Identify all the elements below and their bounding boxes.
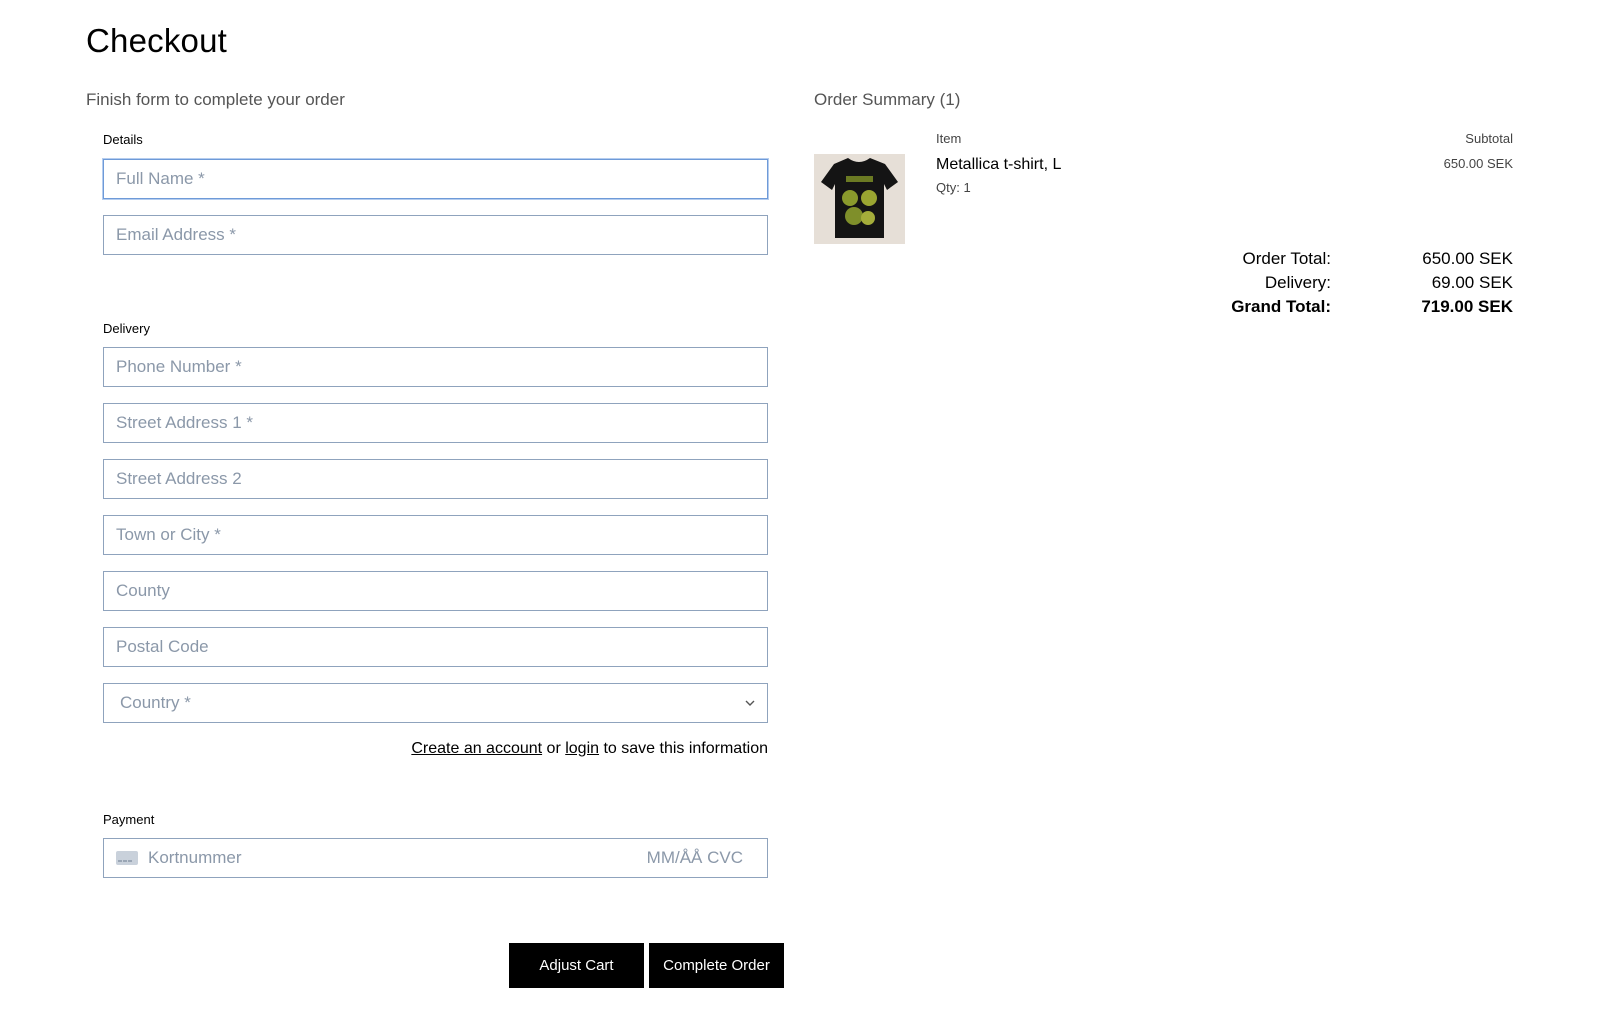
full-name-input[interactable] [103,159,768,199]
page-title: Checkout [86,22,228,59]
adjust-cart-button[interactable]: Adjust Cart [509,943,644,988]
postal-code-input[interactable] [103,627,768,667]
chevron-down-icon [745,700,755,706]
order-total-value: 650.00 SEK [1422,249,1513,268]
phone-input[interactable] [103,347,768,387]
country-select-box[interactable]: Country * [103,683,768,723]
subtotal-column-header: Subtotal [1465,131,1513,146]
product-thumbnail[interactable] [814,154,905,244]
complete-order-button[interactable]: Complete Order [649,943,784,988]
card-expiry-cvc-placeholder: MM/ÅÅ CVC [646,848,743,867]
street-address-1-input[interactable] [103,403,768,443]
delivery-cost-label: Delivery: [1264,273,1331,292]
order-summary-title: Order Summary (1) [814,90,961,109]
page-subtitle: Finish form to complete your order [86,90,345,109]
payment-label: Payment [103,812,155,827]
country-select-value: Country * [120,693,191,712]
login-link[interactable]: login [565,740,599,757]
item-name: Metallica t-shirt, L [936,156,1062,173]
delivery-label: Delivery [103,321,150,336]
card-input[interactable]: Kortnummer MM/ÅÅ CVC [103,838,768,878]
checkout-page: Checkout Finish form to complete your or… [0,0,1601,1009]
grand-total-value: 719.00 SEK [1421,297,1513,316]
create-account-link[interactable]: Create an account [411,740,542,757]
tshirt-image [814,154,905,244]
account-tail-text: to save this information [599,740,768,757]
grand-total-label: Grand Total: [1231,297,1331,316]
county-input[interactable] [103,571,768,611]
item-quantity: Qty: 1 [936,180,971,195]
country-select[interactable]: Country * [103,683,768,723]
card-number-placeholder: Kortnummer [148,848,242,867]
details-label: Details [103,132,143,147]
email-input[interactable] [103,215,768,255]
account-prompt: Create an account or login to save this … [410,740,768,758]
account-or-text: or [542,740,566,757]
delivery-cost-value: 69.00 SEK [1431,273,1513,292]
street-address-2-input[interactable] [103,459,768,499]
item-column-header: Item [936,131,962,146]
town-city-input[interactable] [103,515,768,555]
credit-card-icon [116,851,138,865]
item-subtotal: 650.00 SEK [1443,156,1513,171]
order-total-label: Order Total: [1242,249,1331,268]
